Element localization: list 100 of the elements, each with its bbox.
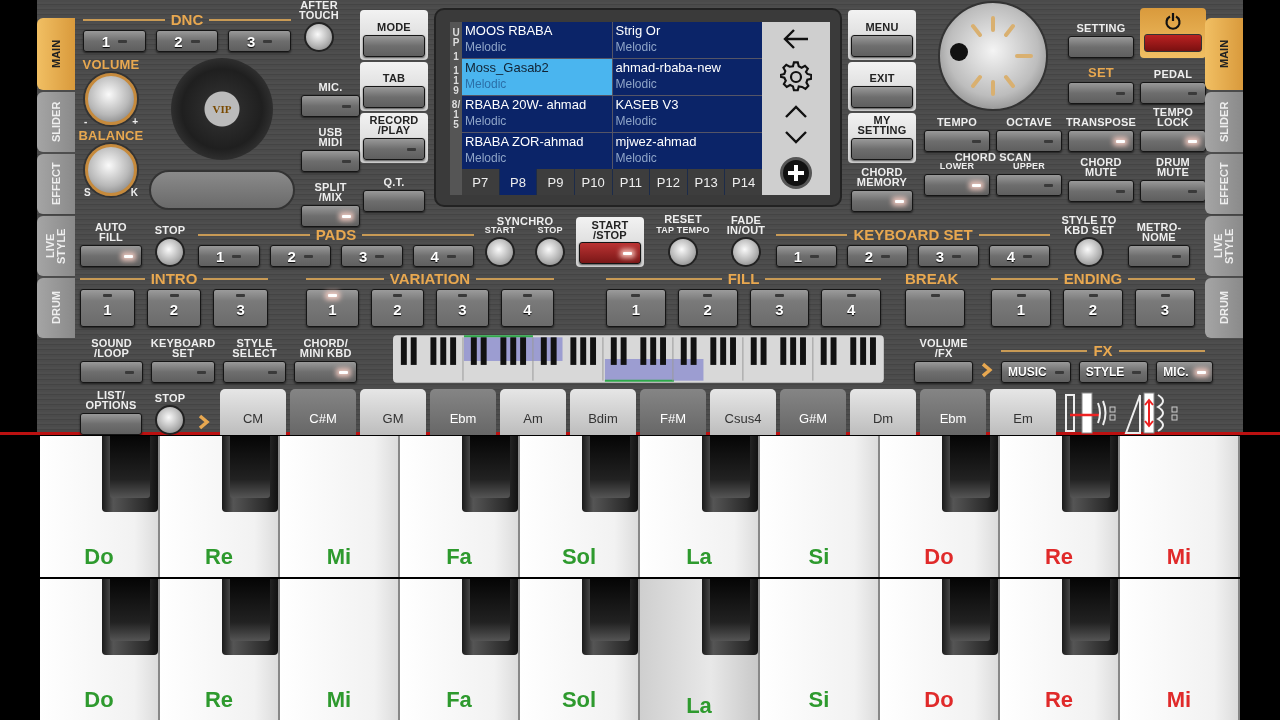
sound-item[interactable]: ahmad-rbaba-new Melodic [612,59,762,95]
side-tab[interactable]: MAIN [37,18,75,90]
page-tab[interactable]: P13 [687,169,725,195]
chord-pad[interactable]: Am [500,389,566,435]
style-section-button[interactable]: 2 [1063,289,1123,327]
pad-button[interactable]: 2 [269,245,331,267]
side-tab[interactable]: DRUM [1205,278,1243,338]
section-title: ENDING [1063,271,1123,286]
keyboard-set-button[interactable]: 2 [847,245,908,267]
piano-key[interactable]: La [640,436,760,577]
dnc-button[interactable]: 1 [83,30,146,52]
turntable-platter[interactable]: VIP [171,58,273,160]
style-section-button[interactable]: 1 [80,289,135,327]
side-tab[interactable]: DRUM [37,278,75,338]
page-tab[interactable]: P14 [725,169,762,195]
piano-key[interactable]: Si [760,436,880,577]
page-tab[interactable]: P9 [537,169,574,195]
piano-key[interactable]: Re [1000,436,1120,577]
style-section-button[interactable]: 3 [1135,289,1195,327]
side-tab[interactable]: LIVE STYLE [37,216,75,276]
piano-key[interactable]: Sol [520,579,640,720]
piano-key[interactable]: Mi [1120,579,1240,720]
button-label: UPPER [1013,162,1045,171]
style-section-button[interactable]: 4 [821,289,881,327]
knob-sublabel: TAP TEMPO [656,226,710,235]
sound-item[interactable]: RBABA ZOR-ahmad Melodic [462,133,612,169]
chord-pad[interactable]: Csus4 [710,389,776,435]
chord-pad[interactable]: Em [990,389,1056,435]
style-section-button[interactable]: 2 [371,289,424,327]
piano-key[interactable]: Mi [280,436,400,577]
style-section-button[interactable]: 4 [501,289,554,327]
chord-pad[interactable]: C#M [290,389,356,435]
chord-pad[interactable]: Ebm [430,389,496,435]
fx-button[interactable]: MUSIC [1001,361,1071,383]
side-tab[interactable]: SLIDER [1205,92,1243,152]
fx-button[interactable]: MIC. [1156,361,1213,383]
pad-button[interactable]: 3 [341,245,403,267]
piano-key[interactable]: La [640,579,760,720]
chord-pad[interactable]: Bdim [570,389,636,435]
side-tab[interactable]: SLIDER [37,92,75,152]
style-section-button[interactable]: 3 [749,289,810,327]
chord-pad[interactable]: Dm [850,389,916,435]
style-section-button[interactable]: 2 [146,289,202,327]
button-label: MY SETTING [857,115,907,135]
dnc-button[interactable]: 2 [155,30,219,52]
page-tab[interactable]: P10 [574,169,612,195]
side-tab[interactable]: MAIN [1205,18,1243,90]
fx-button[interactable]: STYLE [1078,361,1149,383]
style-section-button[interactable]: 1 [306,289,359,327]
button-label: SOUND /LOOP [91,338,132,358]
page-tab[interactable]: P8 [499,169,537,195]
piano-key[interactable]: Re [160,579,280,720]
sound-item[interactable]: MOOS RBABA Melodic [462,22,612,58]
sound-item[interactable]: mjwez-ahmad Melodic [612,133,762,169]
page-tab[interactable]: P12 [650,169,687,195]
pad-button[interactable]: 1 [198,245,260,267]
side-tab[interactable]: EFFECT [37,154,75,214]
section-title: PADS [315,227,357,242]
side-tab[interactable]: EFFECT [1205,154,1243,214]
button-label: OCTAVE [1006,117,1052,127]
page-tab[interactable]: P11 [612,169,650,195]
keyboard-set-button[interactable]: 4 [989,245,1050,267]
style-section-button[interactable]: 3 [213,289,268,327]
style-section-button[interactable]: 1 [606,289,666,327]
sound-item[interactable]: RBABA 20W- ahmad Melodic [462,96,612,132]
bank-indicator: UP 1 119 8/15 [450,22,462,195]
dnc-button[interactable]: 3 [228,30,291,52]
note-label: Do [84,545,114,569]
piano-key[interactable]: Re [160,436,280,577]
chord-pad[interactable]: G#M [780,389,846,435]
piano-key[interactable]: Sol [520,436,640,577]
pad-button[interactable]: 4 [412,245,474,267]
style-section-button[interactable]: 1 [991,289,1051,327]
chord-pad[interactable]: GM [360,389,426,435]
button-label: TRANSPOSE [1065,117,1137,127]
piano-key[interactable]: Do [40,579,160,720]
piano-key[interactable]: Mi [1120,436,1240,577]
note-label: Sol [561,688,597,712]
sound-item[interactable]: KASEB V3 Melodic [612,96,762,132]
piano-key[interactable]: Mi [280,579,400,720]
piano-key[interactable]: Do [880,436,1000,577]
chord-pad[interactable]: CM [220,389,286,435]
keyboard-set-button[interactable]: 1 [776,245,837,267]
keyboard-set-button[interactable]: 3 [918,245,979,267]
style-section-button[interactable]: 3 [436,289,489,327]
sound-item[interactable]: Moss_Gasab2 Melodic [462,59,612,95]
piano-key[interactable]: Re [1000,579,1120,720]
sound-name: Strig Or [615,23,662,39]
piano-key[interactable]: Do [40,436,160,577]
piano-key[interactable]: Si [760,579,880,720]
piano-key[interactable]: Fa [400,436,520,577]
chord-pad[interactable]: Ebm [920,389,986,435]
button-label: CHORD/ MINI KBD [299,338,352,358]
page-tab[interactable]: P7 [462,169,499,195]
sound-item[interactable]: Strig Or Melodic [612,22,762,58]
piano-key[interactable]: Do [880,579,1000,720]
piano-key[interactable]: Fa [400,579,520,720]
side-tab[interactable]: LIVE STYLE [1205,216,1243,276]
style-section-button[interactable]: 2 [677,289,738,327]
chord-pad[interactable]: F#M [640,389,706,435]
